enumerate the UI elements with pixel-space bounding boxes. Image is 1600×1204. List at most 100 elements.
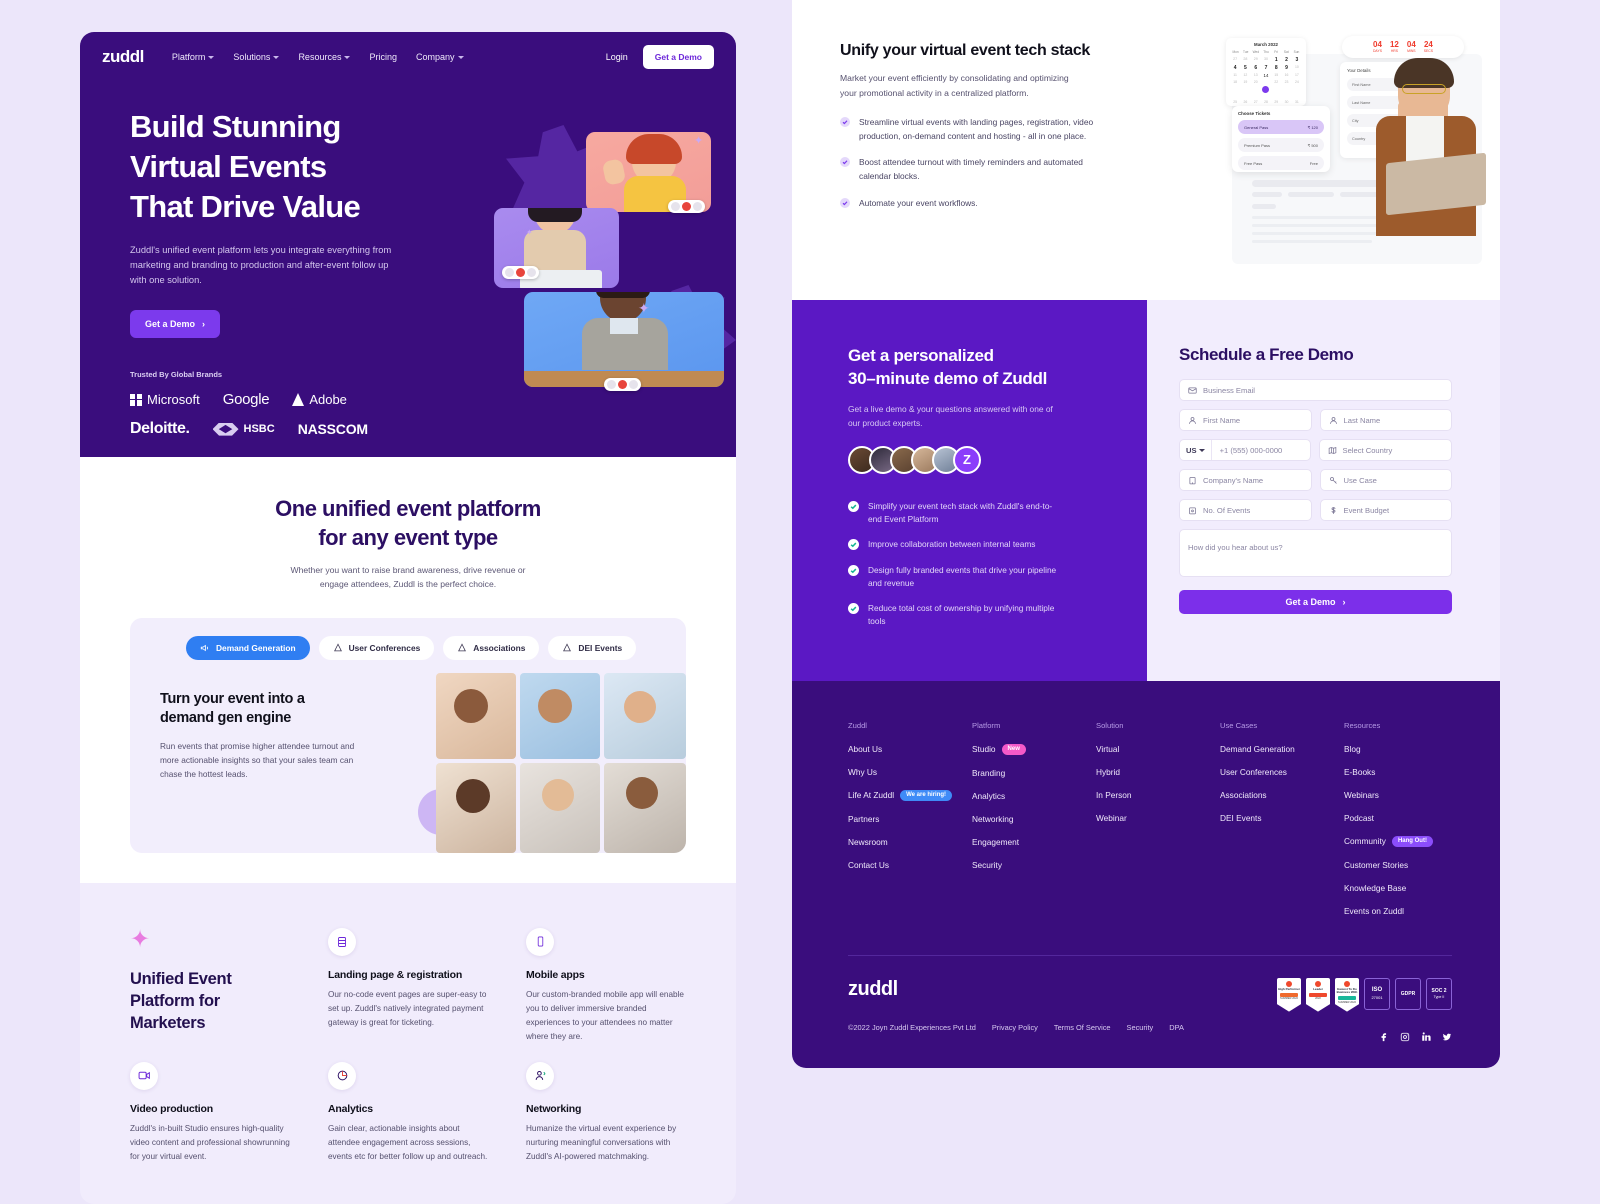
- select-country-field[interactable]: Select Country: [1318, 439, 1452, 461]
- instagram-icon[interactable]: [1400, 1032, 1410, 1042]
- footer-link-hybrid[interactable]: Hybrid: [1096, 767, 1220, 777]
- footer-link-branding[interactable]: Branding: [972, 768, 1096, 778]
- footer-link-label: Podcast: [1344, 812, 1374, 823]
- use-case-field[interactable]: Use Case: [1319, 469, 1452, 491]
- footer-link-knowledge-base[interactable]: Knowledge Base: [1344, 883, 1433, 893]
- footer-link-label: Webinars: [1344, 789, 1379, 800]
- footer-columns: Zuddl About Us Why Us Life At Zuddl We ar…: [848, 721, 1452, 929]
- social-links: [1277, 1032, 1452, 1042]
- login-link[interactable]: Login: [606, 52, 628, 62]
- event-budget-field[interactable]: Event Budget: [1319, 499, 1452, 521]
- footer-link-webinar[interactable]: Webinar: [1096, 813, 1220, 823]
- footer-link-webinars[interactable]: Webinars: [1344, 790, 1433, 800]
- footer-link-newsroom[interactable]: Newsroom: [848, 837, 972, 847]
- unify-bullet-text: Streamline virtual events with landing p…: [859, 117, 1094, 141]
- footer-link-demand-generation[interactable]: Demand Generation: [1220, 744, 1344, 754]
- tab-user-conferences[interactable]: User Conferences: [318, 635, 435, 660]
- brand-logos: Microsoft Google Adobe Deloitte. HSBC NA…: [130, 391, 420, 438]
- video-controls-1[interactable]: [668, 200, 705, 213]
- facebook-icon[interactable]: [1379, 1032, 1389, 1042]
- footer-link-about-us[interactable]: About Us: [848, 744, 972, 754]
- footer-link-label: Knowledge Base: [1344, 882, 1407, 893]
- panel-title-line2: demand gen engine: [160, 709, 292, 726]
- footer-link-user-conferences[interactable]: User Conferences: [1220, 767, 1344, 777]
- video-controls-3[interactable]: [604, 378, 641, 391]
- check-icon: [840, 117, 850, 128]
- footer-link-community[interactable]: Community Hang Out!: [1344, 835, 1433, 847]
- form-get-demo-button[interactable]: Get a Demo ›: [1179, 590, 1452, 614]
- footer-link-engagement[interactable]: Engagement: [972, 837, 1096, 847]
- footer-link-e-books[interactable]: E-Books: [1344, 767, 1433, 777]
- footer-link-events-on-zuddl[interactable]: Events on Zuddl: [1344, 906, 1433, 916]
- footer-link-why-us[interactable]: Why Us: [848, 767, 972, 777]
- tab-dei-events[interactable]: DEI Events: [548, 635, 637, 660]
- chevron-down-icon: [208, 55, 215, 59]
- ticket-row[interactable]: Free Pass Free: [1238, 156, 1324, 170]
- demo-bullet: Design fully branded events that drive y…: [848, 564, 1058, 591]
- footer-link-security[interactable]: Security: [1127, 1023, 1154, 1032]
- left-column: zuddl Platform Solutions Resources Prici…: [80, 32, 736, 1204]
- ticket-row[interactable]: Premium Pass ₹ 500: [1238, 138, 1324, 152]
- g2-badge: Leader 2022: [1306, 977, 1330, 1012]
- nav-item-pricing[interactable]: Pricing: [369, 52, 397, 62]
- hero-get-demo-button[interactable]: Get a Demo ›: [130, 310, 221, 339]
- logo-deloitte: Deloitte.: [130, 420, 190, 438]
- ticket-icon: [328, 927, 356, 956]
- company-field[interactable]: Company's Name: [1179, 469, 1312, 491]
- footer-logo[interactable]: zuddl: [848, 978, 1184, 1001]
- nav-right-actions: Login Get a Demo: [606, 45, 714, 69]
- nav-item-company[interactable]: Company: [416, 52, 464, 62]
- footer-link-partners[interactable]: Partners: [848, 814, 972, 824]
- check-icon: [848, 564, 859, 576]
- how-did-you-hear-textarea[interactable]: How did you hear about us?: [1179, 529, 1452, 577]
- chevron-right-icon: ›: [202, 319, 206, 330]
- footer-link-label: Contact Us: [848, 859, 890, 870]
- nav-item-solutions[interactable]: Solutions: [233, 52, 280, 62]
- twitter-icon[interactable]: [1442, 1032, 1452, 1042]
- footer-link-analytics[interactable]: Analytics: [972, 791, 1096, 801]
- features-title: Unified Event Platform for Marketers: [130, 968, 290, 1035]
- footer-link-virtual[interactable]: Virtual: [1096, 744, 1220, 754]
- logo-google: Google: [222, 391, 270, 409]
- footer-link-dei-events[interactable]: DEI Events: [1220, 813, 1344, 823]
- tab-demand-generation[interactable]: Demand Generation: [186, 635, 310, 660]
- footer-link-in-person[interactable]: In Person: [1096, 790, 1220, 800]
- footer-link-terms-of-service[interactable]: Terms Of Service: [1054, 1023, 1111, 1032]
- footer-link-podcast[interactable]: Podcast: [1344, 813, 1433, 823]
- nav-item-resources[interactable]: Resources: [298, 52, 351, 62]
- footer-link-life-at-zuddl[interactable]: Life At Zuddl We are hiring!: [848, 789, 972, 801]
- footer-link-dpa[interactable]: DPA: [1169, 1023, 1184, 1032]
- calendar-icon: [1189, 507, 1196, 514]
- footer-link-label: Customer Stories: [1344, 859, 1409, 870]
- right-column: Unify your virtual event tech stack Mark…: [792, 0, 1500, 1068]
- first-name-field[interactable]: First Name: [1179, 409, 1312, 431]
- footer-link-blog[interactable]: Blog: [1344, 744, 1433, 754]
- logo[interactable]: zuddl: [102, 47, 144, 67]
- footer-link-security[interactable]: Security: [972, 860, 1096, 870]
- nav-get-demo-button[interactable]: Get a Demo: [642, 45, 714, 69]
- footer-link-studio[interactable]: Studio New: [972, 743, 1096, 755]
- country-code-select[interactable]: US: [1186, 440, 1212, 460]
- footer-column-head: Platform: [972, 720, 1001, 730]
- megaphone-icon: [200, 644, 209, 651]
- phone-field[interactable]: US +1 (555) 000-0000: [1179, 439, 1311, 461]
- linkedin-icon[interactable]: [1421, 1032, 1431, 1042]
- video-controls-2[interactable]: [502, 266, 539, 279]
- tab-associations[interactable]: Associations: [443, 635, 540, 660]
- num-events-field[interactable]: No. Of Events: [1179, 499, 1312, 521]
- footer-link-associations[interactable]: Associations: [1220, 790, 1344, 800]
- hero-title-line2: Virtual Events: [130, 148, 327, 184]
- ticket-price: ₹ 500: [1307, 142, 1318, 148]
- ticket-name: Free Pass: [1244, 160, 1263, 166]
- brand-row-2: Deloitte. HSBC NASSCOM: [130, 420, 420, 438]
- footer-link-networking[interactable]: Networking: [972, 814, 1096, 824]
- footer-link-customer-stories[interactable]: Customer Stories: [1344, 860, 1433, 870]
- unified-heading-line2: for any event type: [318, 524, 498, 550]
- last-name-field[interactable]: Last Name: [1319, 409, 1452, 431]
- footer-link-contact-us[interactable]: Contact Us: [848, 860, 972, 870]
- email-field[interactable]: Business Email: [1179, 379, 1452, 401]
- ticket-row[interactable]: General Pass ₹ 120: [1238, 120, 1324, 134]
- nav-item-platform[interactable]: Platform: [172, 52, 215, 62]
- footer-link-privacy-policy[interactable]: Privacy Policy: [992, 1023, 1038, 1032]
- networking-icon: [526, 1061, 554, 1090]
